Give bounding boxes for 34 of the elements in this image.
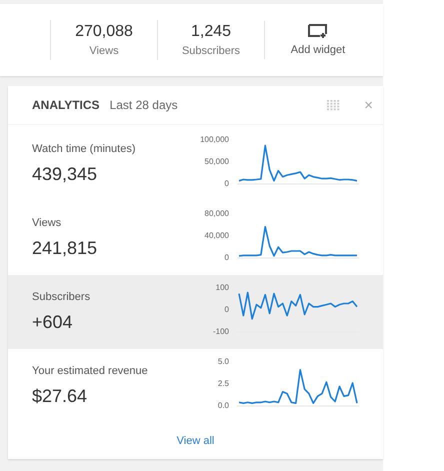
add-widget-button[interactable]: Add widget (264, 21, 371, 59)
metric-value: +604 (32, 312, 74, 333)
drag-handle-icon[interactable] (327, 100, 340, 110)
period-label: Last 28 days (110, 98, 179, 112)
metric-label: Views (32, 217, 62, 229)
axis-label: 0 (224, 305, 229, 314)
add-widget-icon (308, 24, 328, 38)
axis-label: 0 (224, 253, 229, 262)
axis-label: 50,000 (204, 157, 229, 166)
metric-row[interactable]: Subscribers +604 -100 0 100 (8, 275, 383, 349)
axis-label: 80,000 (204, 209, 229, 218)
view-all-link[interactable]: View all (176, 435, 214, 447)
axis-label: 40,000 (204, 231, 229, 240)
stat-value: 1,245 (190, 23, 232, 41)
metric-label: Your estimated revenue (32, 365, 148, 377)
axis-label: 2.5 (218, 379, 229, 388)
stat-value: 270,088 (75, 23, 133, 41)
card-title: ANALYTICS (32, 98, 100, 112)
metric-value: 241,815 (32, 238, 98, 259)
axis-label: 100 (216, 283, 229, 292)
axis-label: 0.0 (218, 401, 229, 410)
stat-label: Views (89, 45, 119, 57)
metric-value: $27.64 (32, 386, 88, 407)
metric-row[interactable]: Watch time (minutes) 439,345 0 50,000 100,000 (8, 127, 383, 201)
axis-label: 0 (224, 179, 229, 188)
metric-label: Watch time (minutes) (32, 143, 136, 155)
metric-row[interactable]: Your estimated revenue $27.64 0.0 2.5 5.0 (8, 349, 383, 423)
axis-label: 100,000 (200, 135, 229, 144)
axis-label: 5.0 (218, 357, 229, 366)
metric-label: Subscribers (32, 291, 90, 303)
stat-label: Subscribers (182, 45, 240, 57)
metric-value: 439,345 (32, 164, 98, 185)
axis-label: -100 (212, 327, 229, 336)
metric-row[interactable]: Views 241,815 0 40,000 80,000 (8, 201, 383, 275)
